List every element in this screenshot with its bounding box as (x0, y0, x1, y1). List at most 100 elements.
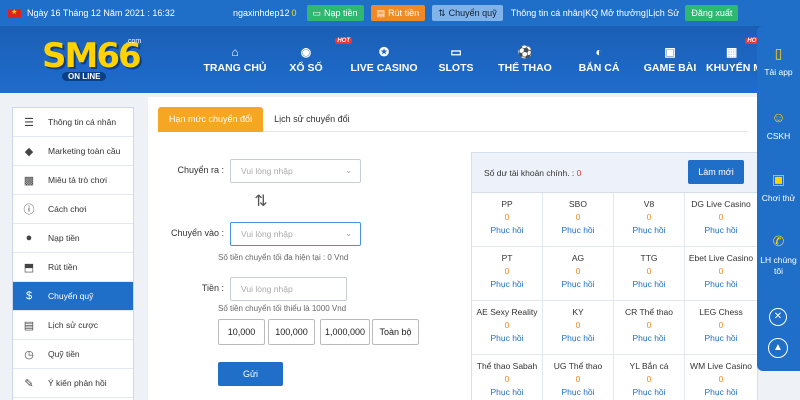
restore-link[interactable]: Phục hồi (685, 279, 757, 289)
sidebar-item-label: Miêu tả trò chơi (48, 175, 107, 185)
amount-input[interactable]: Vui lòng nhập (230, 277, 347, 301)
amount-all-button[interactable]: Toàn bộ (372, 319, 419, 345)
site-logo[interactable]: .com SM66 ON LINE (42, 36, 142, 84)
transfer-button[interactable]: ⇅ Chuyển quỹ (432, 5, 503, 21)
support-agent-icon: ☺ (771, 109, 786, 125)
float-support[interactable]: ☺ CSKH (757, 106, 800, 141)
tab-transfer-history[interactable]: Lịch sử chuyển đổi (263, 107, 361, 132)
provider-cell: V8 0 Phục hồi (614, 193, 685, 247)
float-try-play[interactable]: ▣ Chơi thử (757, 168, 800, 204)
provider-grid: PP 0 Phục hồi SBO 0 Phục hồi V8 0 Phục hồi DG Liv… (472, 193, 757, 400)
restore-link[interactable]: Phục hồi (614, 387, 684, 397)
restore-link[interactable]: Phục hồi (685, 225, 757, 235)
withdraw-button[interactable]: ▤ Rút tiền (370, 5, 426, 21)
sidebar-item-game-description[interactable]: ▩ Miêu tả trò chơi (13, 166, 133, 195)
sidebar-item-how-to-play[interactable]: ⓘ Cách chơi (13, 195, 133, 224)
sidebar-item-withdraw[interactable]: ⬒ Rút tiền (13, 253, 133, 282)
gamepad-icon: ▣ (771, 170, 786, 187)
sidebar-item-label: Nạp tiền (48, 233, 80, 243)
sidebar-item-profile[interactable]: ☰ Thông tin cá nhân (13, 108, 133, 137)
nav-lottery[interactable]: ◉ XỔ SỐ HOT (270, 26, 352, 93)
chevron-down-icon: ⌄ (345, 166, 352, 175)
provider-cell: PT 0 Phục hồi (472, 247, 543, 301)
vietnam-flag-icon (8, 8, 21, 18)
restore-link[interactable]: Phục hồi (472, 333, 542, 343)
provider-name: V8 (643, 199, 655, 209)
sidebar-item-label: Ý kiến phản hồi (48, 378, 107, 388)
restore-link[interactable]: Phục hồi (685, 387, 757, 397)
refresh-button[interactable]: Làm mới (688, 160, 744, 184)
close-icon[interactable]: ✕ (769, 308, 787, 326)
sidebar-item-label: Quỹ tiền (48, 349, 80, 359)
sidebar-item-feedback[interactable]: ✎ Ý kiến phản hồi (13, 369, 133, 398)
provider-cell: PP 0 Phục hồi (472, 193, 543, 247)
nav-promotions[interactable]: ▦ KHUYẾN M HOT (706, 26, 762, 93)
scroll-top-icon[interactable]: ▲ (768, 338, 788, 358)
nav-fishing[interactable]: ◐ BẮN CÁ (564, 26, 634, 93)
provider-balance: 0 (646, 320, 652, 330)
restore-link[interactable]: Phục hồi (472, 387, 542, 397)
restore-link[interactable]: Phục hồi (685, 333, 757, 343)
logout-button[interactable]: Đăng xuất (685, 5, 739, 21)
deposit-button[interactable]: ▭ Nạp tiền (306, 5, 364, 21)
restore-link[interactable]: Phục hồi (472, 225, 542, 235)
amount-1000000-button[interactable]: 1,000,000 (320, 319, 370, 345)
provider-balance: 0 (504, 320, 510, 330)
restore-link[interactable]: Phục hồi (543, 225, 613, 235)
restore-link[interactable]: Phục hồi (614, 279, 684, 289)
nav-label: KHUYẾN M (706, 62, 763, 74)
restore-link[interactable]: Phục hồi (543, 333, 613, 343)
provider-balance: 0 (504, 374, 510, 384)
user-card-icon: ☰ (24, 116, 34, 129)
from-label: Chuyển ra : (177, 165, 224, 175)
nav-slots[interactable]: ▭ SLOTS (426, 26, 486, 93)
amount-100000-button[interactable]: 100,000 (268, 319, 315, 345)
sidebar-item-label: Lịch sử cược (48, 320, 99, 330)
restore-link[interactable]: Phục hồi (543, 387, 613, 397)
tab-transfer-limit[interactable]: Hạn mức chuyển đổi (158, 107, 264, 132)
nav-sports[interactable]: ⚽ THỂ THAO (486, 26, 564, 93)
restore-link[interactable]: Phục hồi (543, 279, 613, 289)
sidebar-item-bet-history[interactable]: ▤ Lịch sử cược (13, 311, 133, 340)
nav-live-casino[interactable]: ✪ LIVE CASINO (342, 26, 426, 93)
transfer-dollar-icon: $ (25, 290, 33, 302)
provider-balance: 0 (646, 374, 652, 384)
main-balance-label: Số dư tài khoản chính. : (484, 168, 577, 178)
main-balance: Số dư tài khoản chính. : 0 (484, 168, 581, 178)
float-contact[interactable]: ✆ LH chúng tôi (757, 230, 800, 277)
from-wallet-select[interactable]: Vui lòng nhập ⌄ (230, 159, 361, 183)
provider-balance: 0 (718, 212, 724, 222)
amount-10000-button[interactable]: 10,000 (218, 319, 265, 345)
mobile-icon: ▯ (774, 44, 783, 61)
header-balance: 0 (291, 8, 297, 18)
floating-sidebar: ▯ Tải app ☺ CSKH ▣ Chơi thử ✆ LH chúng tôi ✕… (757, 26, 800, 371)
restore-link[interactable]: Phục hồi (614, 333, 684, 343)
date-time: Ngày 16 Tháng 12 Năm 2021 : 16:32 (27, 8, 175, 18)
provider-name: WM Live Casino (690, 361, 752, 371)
to-wallet-select[interactable]: Vui lòng nhập ⌄ (230, 222, 361, 246)
provider-balance: 0 (646, 212, 652, 222)
logo-domain: .com (126, 38, 142, 45)
restore-link[interactable]: Phục hồi (472, 279, 542, 289)
sidebar-item-fund[interactable]: ◷ Quỹ tiền (13, 340, 133, 369)
provider-name: UG Thể thao (553, 361, 603, 371)
nav-label: LIVE CASINO (350, 62, 418, 74)
float-download-app[interactable]: ▯ Tải app (757, 42, 800, 78)
swap-icon[interactable]: ⇅ (251, 191, 271, 213)
account-links[interactable]: Thông tin cá nhân|KQ Mở thưởng|Lịch Sử (511, 8, 680, 18)
logo-subtext: ON LINE (62, 72, 107, 81)
provider-name: Ebet Live Casino (688, 253, 754, 263)
float-label: CSKH (766, 131, 791, 141)
slot-icon: ▭ (450, 45, 462, 59)
sidebar-item-transfer[interactable]: $ Chuyển quỹ (13, 282, 133, 311)
nav-card-games[interactable]: ▣ GAME BÀI (634, 26, 706, 93)
sidebar-item-marketing[interactable]: ◆ Marketing toàn cầu (13, 137, 133, 166)
submit-button[interactable]: Gửi (218, 362, 283, 386)
from-placeholder: Vui lòng nhập (241, 166, 293, 176)
nav-home[interactable]: ⌂ TRANG CHỦ (200, 26, 270, 93)
nav-label: THỂ THAO (498, 62, 552, 74)
sidebar-item-deposit[interactable]: ● Nạp tiền (13, 224, 133, 253)
restore-link[interactable]: Phục hồi (614, 225, 684, 235)
max-transfer-note: Số tiền chuyển tối đa hiện tại : 0 Vnd (218, 253, 349, 262)
provider-name: Thể thao Sabah (476, 361, 538, 371)
